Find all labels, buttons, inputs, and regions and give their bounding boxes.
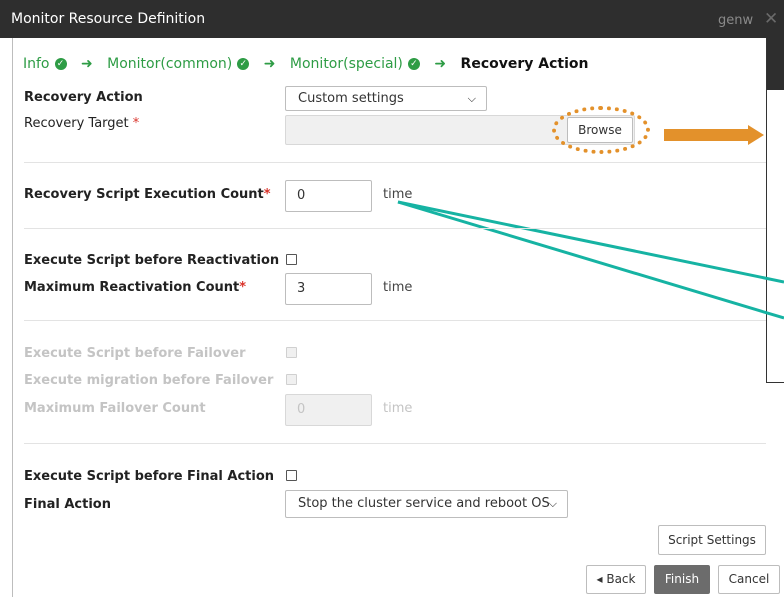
check-icon: ✓ bbox=[54, 58, 67, 70]
recovery-action-select[interactable]: Custom settings ⌵ bbox=[285, 86, 487, 111]
check-icon: ✓ bbox=[407, 58, 420, 70]
max-reactivation-unit: time bbox=[383, 280, 413, 295]
final-action-select[interactable]: Stop the cluster service and reboot OS ⌵ bbox=[285, 490, 568, 518]
exec-before-reactivation-label: Execute Script before Reactivation bbox=[24, 253, 280, 268]
final-action-value: Stop the cluster service and reboot OS bbox=[298, 496, 550, 511]
separator bbox=[24, 320, 766, 321]
script-count-input[interactable]: 0 bbox=[285, 180, 372, 212]
highlight-circle bbox=[552, 106, 650, 154]
exec-before-reactivation-checkbox[interactable] bbox=[286, 254, 297, 265]
arrow-right-icon: ➜ bbox=[80, 56, 93, 72]
step-info[interactable]: Info bbox=[23, 56, 50, 72]
chevron-down-icon: ⌵ bbox=[548, 497, 557, 510]
title-bar: Monitor Resource Definition genw ✕ bbox=[0, 0, 784, 38]
max-reactivation-input[interactable]: 3 bbox=[285, 273, 372, 305]
wizard-steps: Info ✓ ➜ Monitor(common) ✓ ➜ Monitor(speci… bbox=[23, 56, 588, 72]
step-monitor-common[interactable]: Monitor(common) bbox=[107, 56, 232, 72]
chevron-down-icon: ⌵ bbox=[467, 92, 476, 105]
recovery-action-label: Recovery Action bbox=[24, 90, 143, 105]
separator bbox=[24, 162, 766, 163]
max-failover-label: Maximum Failover Count bbox=[24, 401, 206, 416]
annotation-arrow bbox=[664, 125, 764, 145]
recovery-target-label: Recovery Target * bbox=[24, 116, 140, 131]
back-button[interactable]: ◂ Back bbox=[586, 565, 646, 594]
user-name: genw bbox=[718, 13, 754, 28]
left-border bbox=[12, 38, 13, 597]
exec-before-failover-label: Execute Script before Failover bbox=[24, 346, 246, 361]
step-monitor-special[interactable]: Monitor(special) bbox=[290, 56, 403, 72]
exec-migration-checkbox bbox=[286, 374, 297, 385]
check-icon: ✓ bbox=[237, 58, 250, 70]
exec-before-final-checkbox[interactable] bbox=[286, 470, 297, 481]
arrow-right-icon: ➜ bbox=[263, 56, 276, 72]
max-failover-unit: time bbox=[383, 401, 413, 416]
arrow-right-icon: ➜ bbox=[434, 56, 447, 72]
final-action-label: Final Action bbox=[24, 497, 111, 512]
recovery-action-value: Custom settings bbox=[298, 91, 404, 106]
script-count-label: Recovery Script Execution Count* bbox=[24, 187, 271, 202]
max-failover-input: 0 bbox=[285, 394, 372, 426]
exec-before-failover-checkbox bbox=[286, 347, 297, 358]
separator bbox=[24, 228, 766, 229]
annotation-lines bbox=[397, 200, 784, 320]
max-reactivation-label: Maximum Reactivation Count* bbox=[24, 280, 247, 295]
step-recovery-action: Recovery Action bbox=[460, 56, 589, 72]
window-title: Monitor Resource Definition bbox=[11, 11, 206, 27]
separator bbox=[24, 443, 766, 444]
script-settings-button[interactable]: Script Settings bbox=[658, 525, 766, 555]
finish-button[interactable]: Finish bbox=[654, 565, 710, 594]
cancel-button[interactable]: Cancel bbox=[718, 565, 780, 594]
exec-before-final-label: Execute Script before Final Action bbox=[24, 469, 275, 484]
close-icon[interactable]: ✕ bbox=[764, 9, 778, 29]
exec-migration-label: Execute migration before Failover bbox=[24, 373, 274, 388]
